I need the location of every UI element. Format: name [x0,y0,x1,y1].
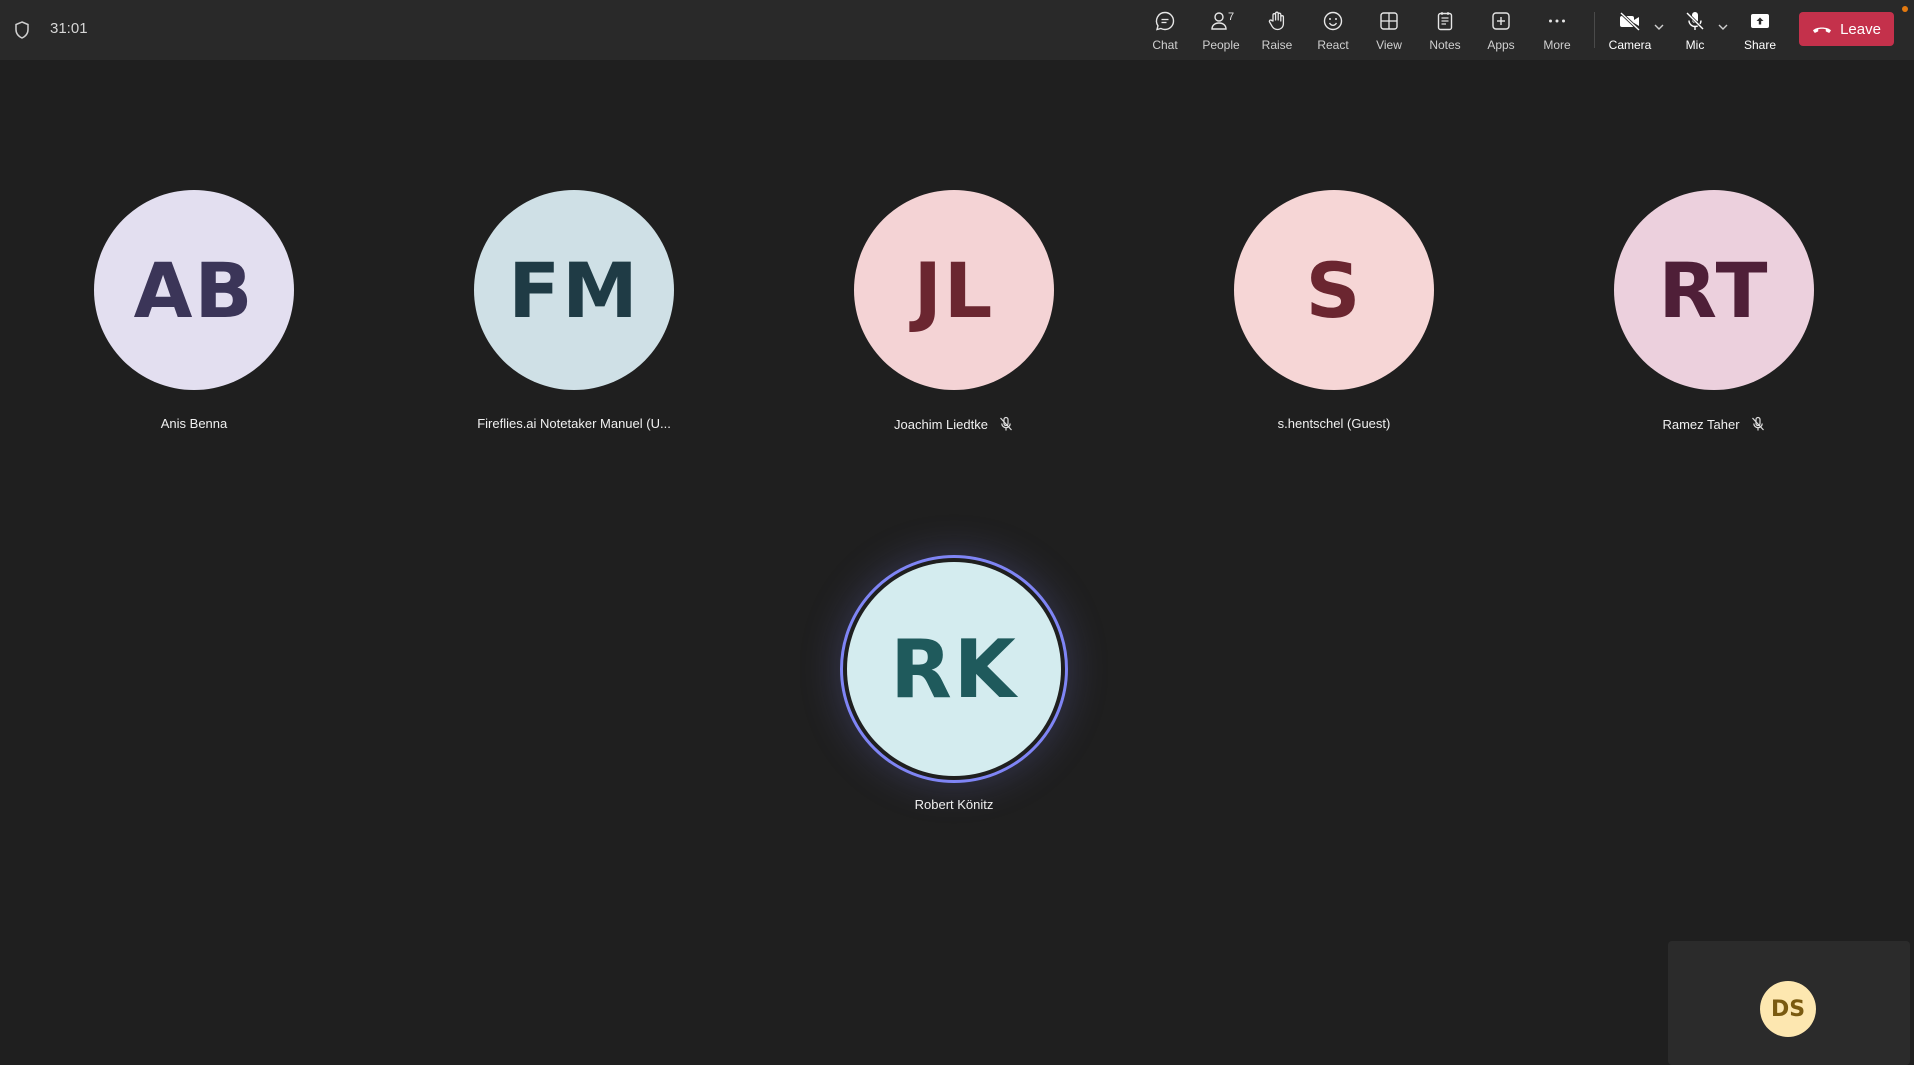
avatar: FM [474,190,674,390]
add-app-icon [1492,12,1510,30]
participant-name-row: Anis Benna [161,416,228,431]
share-button[interactable]: Share [1730,8,1790,54]
participant-name: Anis Benna [160,416,228,431]
people-label: People [1202,38,1240,52]
participant-tile[interactable]: AB Anis Benna [64,190,324,431]
active-speaker-tile[interactable]: RK Robert Könitz [824,555,1084,812]
mic-options-chevron-icon[interactable] [1716,20,1730,34]
mic-label: Mic [1685,38,1705,52]
leave-label: Leave [1840,20,1881,38]
camera-options-chevron-icon[interactable] [1652,20,1666,34]
chat-icon [1155,11,1175,31]
react-button[interactable]: React [1303,8,1363,54]
mic-muted-icon [1000,416,1012,431]
chat-button[interactable]: Chat [1135,8,1195,54]
more-icon [1549,19,1565,23]
share-label: Share [1743,38,1777,52]
participant-name-row: Robert Könitz [915,797,994,812]
people-count: 7 [1228,11,1235,23]
camera-off-icon [1619,11,1641,32]
avatar: RT [1614,190,1814,390]
self-avatar: DS [1760,981,1816,1037]
react-label: React [1317,38,1349,52]
chat-label: Chat [1152,38,1178,52]
self-view-tile[interactable]: DS [1668,941,1910,1065]
participant-name: Fireflies.ai Notetaker Manuel (U... [477,416,671,431]
view-label: View [1376,38,1402,52]
participant-name-row: s.hentschel (Guest) [1278,416,1391,431]
hand-icon [1268,11,1285,31]
participant-name: Joachim Liedtke [894,416,988,432]
camera-toggle[interactable]: Camera [1600,8,1660,54]
view-button[interactable]: View [1359,8,1419,54]
avatar: JL [854,190,1054,390]
participant-tile[interactable]: JL Joachim Liedtke [824,190,1084,432]
notes-button[interactable]: Notes [1415,8,1475,54]
notes-icon [1437,12,1453,31]
mic-muted-icon [1751,416,1764,431]
share-screen-icon [1751,14,1769,28]
grid-view-icon [1380,12,1398,30]
mic-off-icon [1685,11,1705,31]
shield-icon[interactable] [12,20,32,40]
participant-name-row: Fireflies.ai Notetaker Manuel (U... [477,416,671,431]
avatar: RK [847,562,1061,776]
camera-label: Camera [1608,38,1652,52]
participant-name-row: Joachim Liedtke [894,416,1014,432]
participant-tile[interactable]: RT Ramez Taher [1584,190,1844,432]
people-button[interactable]: 7 People [1191,8,1251,54]
avatar: AB [94,190,294,390]
participant-name: Ramez Taher [1662,416,1740,432]
participant-tile[interactable]: S s.hentschel (Guest) [1204,190,1464,431]
apps-label: Apps [1487,38,1515,52]
toolbar-divider [1594,12,1595,48]
call-timer: 31:01 [50,20,88,37]
speaking-indicator-ring: RK [840,555,1068,783]
emoji-icon [1323,11,1343,31]
meeting-toolbar: 31:01 Chat 7 People Raise React View Not… [0,0,1914,60]
notification-dot [1902,6,1908,12]
raise-label: Raise [1261,38,1293,52]
leave-button[interactable]: Leave [1799,12,1894,46]
avatar: S [1234,190,1434,390]
raise-hand-button[interactable]: Raise [1247,8,1307,54]
hang-up-icon [1813,27,1832,33]
participant-name: s.hentschel (Guest) [1277,416,1391,431]
participant-tile[interactable]: FM Fireflies.ai Notetaker Manuel (U... [444,190,704,431]
apps-button[interactable]: Apps [1471,8,1531,54]
more-label: More [1543,38,1571,52]
participant-name-row: Ramez Taher [1662,416,1765,432]
participant-name: Robert Könitz [914,797,994,812]
notes-label: Notes [1429,38,1461,52]
more-button[interactable]: More [1527,8,1587,54]
